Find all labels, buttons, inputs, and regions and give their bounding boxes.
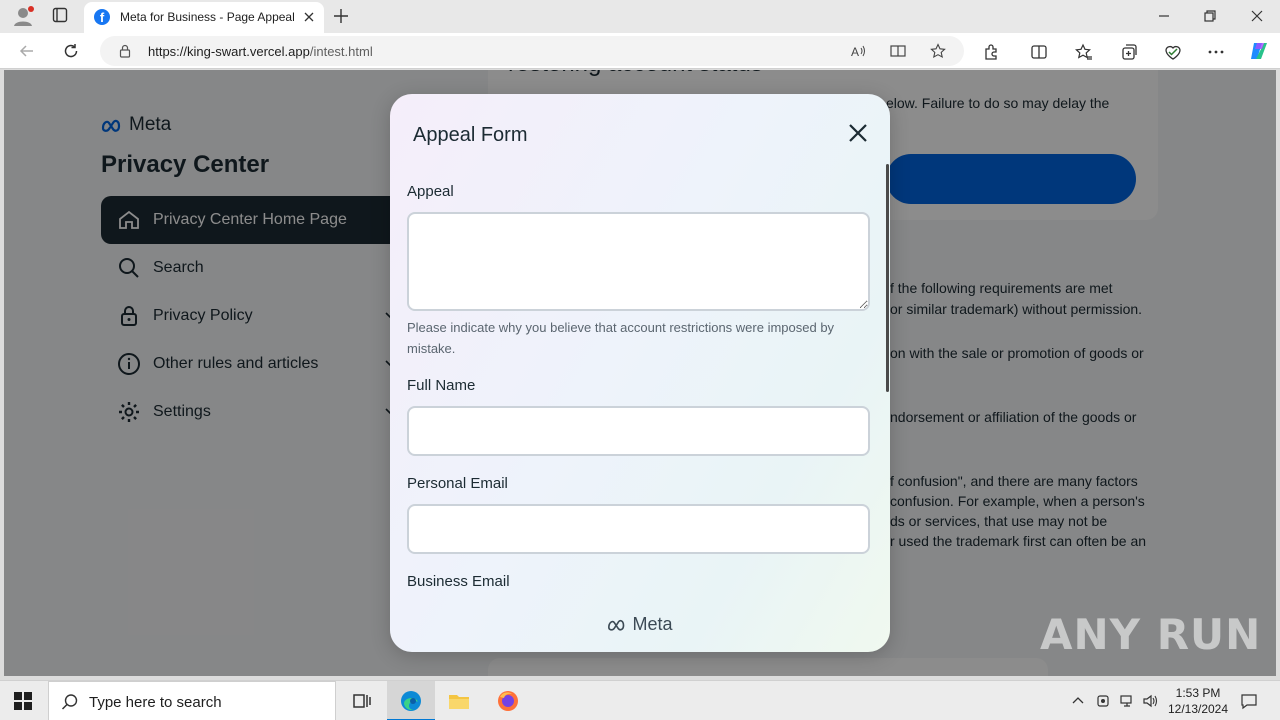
taskbar-search-box[interactable]: Type here to search [48, 681, 336, 720]
split-screen-icon[interactable] [1030, 43, 1048, 61]
url-host: https://king-swart.vercel.app [148, 44, 310, 59]
more-options-icon[interactable] [1207, 43, 1225, 61]
profile-icon[interactable] [12, 5, 34, 27]
copilot-icon[interactable] [1248, 40, 1270, 62]
search-icon [61, 694, 78, 710]
appeal-label: Appeal [407, 183, 454, 200]
browser-essentials-icon[interactable] [1164, 43, 1182, 61]
url-field[interactable]: https://king-swart.vercel.app/intest.htm… [100, 36, 964, 66]
windows-start-icon[interactable] [14, 692, 32, 710]
appeal-hint: Please indicate why you believe that acc… [407, 320, 835, 356]
edge-browser-icon [401, 691, 421, 711]
personal-email-label: Personal Email [407, 475, 508, 492]
full-name-label: Full Name [407, 377, 476, 394]
business-email-label: Business Email [407, 573, 510, 590]
file-explorer-button[interactable] [435, 681, 483, 720]
new-tab-icon[interactable] [332, 7, 350, 25]
meta-infinity-icon [608, 619, 625, 631]
footer-logo-text: Meta [632, 614, 673, 634]
network-icon[interactable] [1119, 693, 1135, 709]
address-bar: https://king-swart.vercel.app/intest.htm… [0, 33, 1280, 69]
url-path: /intest.html [309, 44, 373, 59]
personal-email-input[interactable] [407, 504, 870, 554]
active-tab[interactable]: f Meta for Business - Page Appeal [84, 2, 324, 33]
svg-text:A: A [851, 45, 859, 59]
close-icon[interactable] [848, 123, 868, 143]
favorite-star-icon[interactable] [930, 43, 946, 59]
edge-taskbar-button[interactable] [387, 681, 435, 720]
immersive-reader-icon[interactable] [890, 43, 906, 59]
firefox-icon [498, 691, 518, 711]
security-icon[interactable] [1095, 693, 1111, 709]
modal-scrollbar[interactable] [886, 164, 889, 392]
site-info-lock-icon[interactable] [118, 44, 132, 58]
clock-date: 12/13/2024 [1167, 702, 1229, 716]
volume-icon[interactable] [1142, 693, 1158, 709]
taskbar-clock[interactable]: 1:53 PM 12/13/2024 [1162, 685, 1234, 717]
refresh-icon[interactable] [62, 42, 80, 60]
task-view-icon [353, 694, 371, 708]
anyrun-watermark: ANY RUN [1040, 610, 1262, 659]
read-aloud-icon[interactable]: A [850, 43, 866, 59]
tab-title: Meta for Business - Page Appeal [120, 10, 295, 24]
close-window-icon[interactable] [1249, 8, 1265, 24]
favorites-icon[interactable] [1075, 43, 1093, 61]
extensions-icon[interactable] [982, 43, 1000, 61]
tab-actions-icon[interactable] [52, 7, 68, 23]
modal-title: Appeal Form [413, 124, 528, 146]
collections-icon[interactable] [1120, 43, 1138, 61]
appeal-form-modal: Appeal Form Appeal Please indicate why y… [390, 94, 890, 652]
taskbar-search-placeholder: Type here to search [89, 694, 222, 711]
full-name-input[interactable] [407, 406, 870, 456]
firefox-button[interactable] [484, 681, 532, 720]
url-text: https://king-swart.vercel.app/intest.htm… [148, 44, 373, 59]
minimize-icon[interactable] [1156, 8, 1172, 24]
windows-taskbar: Type here to search 1:53 PM 12/13/2024 [0, 680, 1280, 720]
folder-icon [449, 695, 469, 709]
back-icon[interactable] [18, 42, 36, 60]
facebook-favicon-icon: f [94, 9, 110, 25]
modal-footer-logo: Meta [390, 614, 890, 635]
appeal-textarea[interactable] [407, 212, 870, 311]
browser-tab-bar: f Meta for Business - Page Appeal [0, 0, 1280, 33]
clock-time: 1:53 PM [1175, 686, 1221, 700]
notifications-icon[interactable] [1240, 692, 1258, 710]
show-hidden-icons-icon[interactable] [1070, 693, 1086, 709]
task-view-button[interactable] [338, 681, 386, 720]
close-tab-icon[interactable] [302, 10, 316, 24]
restore-icon[interactable] [1202, 8, 1218, 24]
